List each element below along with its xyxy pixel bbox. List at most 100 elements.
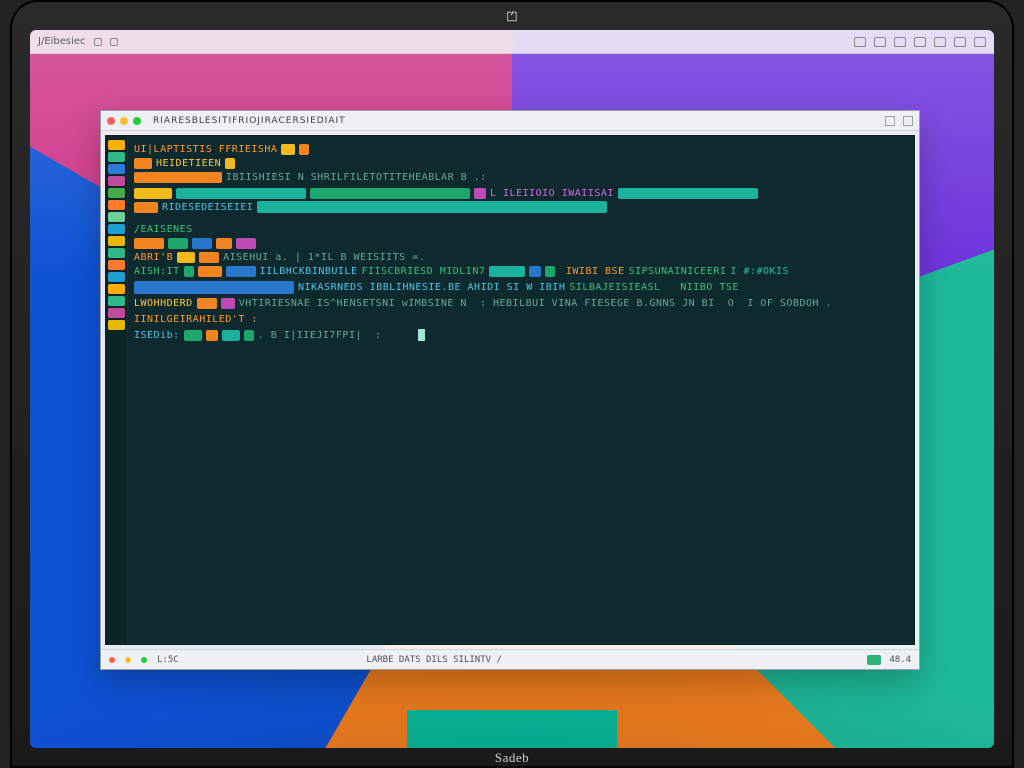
menu-square-icon[interactable] <box>934 37 946 47</box>
code-highlight <box>221 298 235 309</box>
terminal-body[interactable]: UI|LAPTISTIS FFRIEISHAHEIDETIEEN IBIISHIE… <box>105 135 915 645</box>
status-right: 48.4 <box>889 655 911 665</box>
laptop-frame: ⏍ Sadeb J/Eibesiec <box>10 0 1014 768</box>
monitor-icon[interactable] <box>874 37 886 47</box>
code-highlight <box>257 201 607 213</box>
terminal-line: IBIISHIESI N SHRILFILETOTITEHEABLAR B .: <box>134 170 908 184</box>
code-highlight <box>184 330 202 341</box>
code-highlight <box>260 238 320 249</box>
code-token: ABRI'B <box>134 250 173 265</box>
code-token: RIDESEDEISEIEI <box>162 200 253 215</box>
code-token: AISH:IT <box>134 264 180 279</box>
camera-icon: ⏍ <box>502 8 522 26</box>
code-token: HEIDETIEEN <box>156 156 221 171</box>
terminal-window[interactable]: RIARESBLESITIFRIOJIRACERSIEDIAIT UI|LAPT… <box>100 110 920 670</box>
status-dot-icon <box>109 657 115 663</box>
code-highlight <box>134 238 164 249</box>
status-left: L:5C <box>157 655 179 665</box>
grid-icon[interactable] <box>914 37 926 47</box>
code-highlight <box>529 266 541 277</box>
code-token: SIPSUNAINICEERI <box>629 264 727 279</box>
code-highlight <box>197 298 217 309</box>
status-chip-icon <box>867 655 881 665</box>
terminal-line: LWOHHDERD VHTIRIESNAE IS^HENSETSNI wIMBSI… <box>134 296 908 310</box>
code-highlight <box>226 266 256 277</box>
status-dot-icon <box>125 657 131 663</box>
code-token: I #:#OKIS <box>730 264 789 279</box>
status-dot-icon <box>141 657 147 663</box>
code-highlight <box>236 238 256 249</box>
code-highlight <box>176 188 306 199</box>
code-highlight <box>199 252 219 263</box>
code-token: ISEDib: <box>134 328 180 343</box>
code-highlight <box>545 266 555 277</box>
terminal-line: /EAISENES <box>134 222 908 236</box>
code-highlight <box>618 188 758 199</box>
window-btn-icon[interactable] <box>885 116 895 126</box>
code-token: NIKASRNEDS IBBLIHNESIE.BE AHIDI SI W IBI… <box>298 280 565 295</box>
terminal-line <box>134 236 908 250</box>
code-highlight <box>192 238 212 249</box>
code-token: IILBHCKBINBUILE <box>260 264 358 279</box>
code-highlight <box>225 158 235 169</box>
terminal-line: RIDESEDEISEIEI <box>134 200 908 214</box>
code-token: UI|LAPTISTIS FFRIEISHA <box>134 142 277 157</box>
code-highlight <box>206 330 218 341</box>
menu-square-icon[interactable] <box>954 37 966 47</box>
code-token: SILBAJEISIEASL NIIBO TSE <box>569 280 739 295</box>
terminal-line: AISH:IT IILBHCKBINBUILEFIISCBRIESD MIDLIN… <box>134 264 908 278</box>
window-btn-icon[interactable] <box>903 116 913 126</box>
wifi-icon[interactable] <box>854 37 866 47</box>
terminal-gutter <box>106 136 128 644</box>
zoom-icon[interactable] <box>133 117 141 125</box>
terminal-line: ABRI'B AISEHUI a. | 1*IL B WEISIITS =. <box>134 250 908 264</box>
code-token: IBIISHIESI N SHRILFILETOTITEHEABLAR B .: <box>226 170 487 185</box>
code-highlight <box>134 202 158 213</box>
code-token: IINILGEIRAHILED'T : <box>134 312 258 327</box>
device-brand: Sadeb <box>495 750 529 766</box>
code-token: LWOHHDERD <box>134 296 193 311</box>
menubar-item-icon[interactable] <box>94 38 102 46</box>
terminal-statusbar: L:5C LARBE DATS DILS SILINTV / 48.4 <box>101 649 919 669</box>
code-highlight <box>198 266 222 277</box>
code-token: FIISCBRIESD MIDLIN7 <box>361 264 485 279</box>
desktop[interactable]: RIARESBLESITIFRIOJIRACERSIEDIAIT UI|LAPT… <box>30 54 994 748</box>
code-highlight <box>177 252 195 263</box>
terminal-line: UI|LAPTISTIS FFRIEISHA <box>134 142 908 156</box>
terminal-line: IINILGEIRAHILED'T : <box>134 312 908 326</box>
terminal-code[interactable]: UI|LAPTISTIS FFRIEISHAHEIDETIEEN IBIISHIE… <box>128 136 914 644</box>
code-highlight <box>216 238 232 249</box>
code-highlight <box>310 188 470 199</box>
code-token: /EAISENES <box>134 222 193 237</box>
code-highlight <box>222 330 240 341</box>
code-token: L ILEIIOIO IWAIISAI <box>490 186 614 201</box>
code-token: . B I|IIEJI7FPI| : <box>258 328 382 343</box>
os-menubar[interactable]: J/Eibesiec <box>30 30 994 54</box>
code-highlight <box>168 238 188 249</box>
terminal-titlebar[interactable]: RIARESBLESITIFRIOJIRACERSIEDIAIT <box>101 111 919 131</box>
terminal-title: RIARESBLESITIFRIOJIRACERSIEDIAIT <box>153 116 346 126</box>
code-highlight <box>134 188 172 199</box>
close-icon[interactable] <box>107 117 115 125</box>
code-highlight <box>299 144 309 155</box>
battery-icon[interactable] <box>894 37 906 47</box>
status-center: LARBE DATS DILS SILINTV / <box>366 655 501 665</box>
minimize-icon[interactable] <box>120 117 128 125</box>
code-highlight <box>474 188 486 199</box>
code-token: IWIBI BSE <box>559 264 624 279</box>
code-highlight <box>489 266 525 277</box>
terminal-line: L ILEIIOIO IWAIISAI <box>134 186 908 200</box>
code-highlight <box>281 144 295 155</box>
code-token: VHTIRIESNAE IS^HENSETSNI wIMBSINE N : HE… <box>239 296 832 311</box>
code-token: AISEHUI a. | 1*IL B WEISIITS =. <box>223 250 425 265</box>
terminal-line: NIKASRNEDS IBBLIHNESIE.BE AHIDI SI W IBI… <box>134 280 908 294</box>
hamburger-icon[interactable] <box>974 37 986 47</box>
menubar-app-label[interactable]: J/Eibesiec <box>38 36 86 47</box>
code-highlight <box>134 158 152 169</box>
code-highlight <box>134 281 294 294</box>
code-highlight <box>184 266 194 277</box>
window-controls[interactable] <box>107 117 141 125</box>
code-highlight <box>244 330 254 341</box>
menubar-item-icon[interactable] <box>110 38 118 46</box>
screen: J/Eibesiec <box>30 30 994 748</box>
